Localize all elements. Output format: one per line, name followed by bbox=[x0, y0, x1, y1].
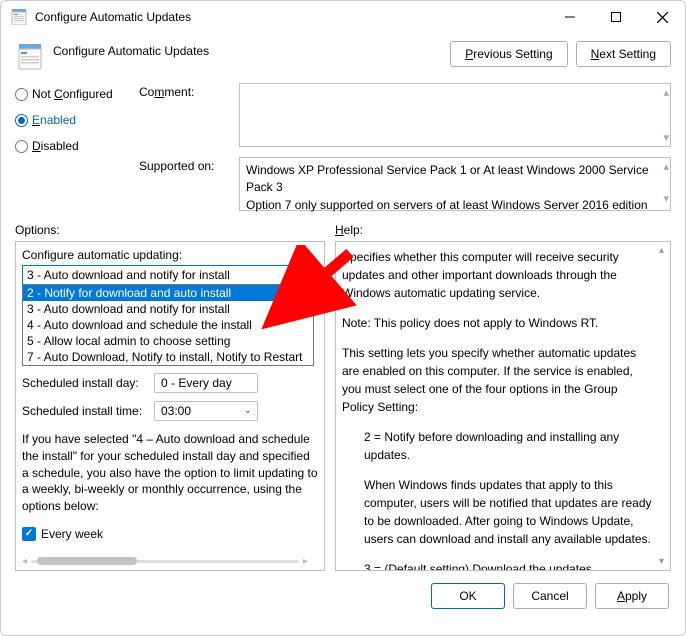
horizontal-scrollbar[interactable]: ◂ ▸ bbox=[22, 556, 308, 566]
dropdown-option[interactable]: 7 - Auto Download, Notify to install, No… bbox=[23, 349, 313, 365]
vertical-scrollbar[interactable]: ▴ ▾ bbox=[654, 243, 669, 569]
minimize-button[interactable] bbox=[547, 1, 593, 33]
help-p: 3 = (Default setting) Download the updat… bbox=[342, 560, 652, 571]
help-panel: Specifies whether this computer will rec… bbox=[335, 241, 671, 571]
help-p: Note: This policy does not apply to Wind… bbox=[342, 314, 652, 332]
sched-time-select[interactable]: 03:00 ⌄ bbox=[154, 401, 258, 421]
dropdown-option[interactable]: 2 - Notify for download and auto install bbox=[23, 285, 313, 301]
radio-enabled[interactable]: Enabled bbox=[15, 113, 125, 127]
options-panel: Configure automatic updating: 3 - Auto d… bbox=[15, 241, 325, 571]
page-title: Configure Automatic Updates bbox=[53, 41, 209, 58]
ok-button[interactable]: OK bbox=[431, 583, 505, 609]
configure-updating-dropdown[interactable]: 3 - Auto download and notify for install… bbox=[22, 265, 312, 285]
title-bar: Configure Automatic Updates bbox=[1, 1, 685, 33]
sched-time-label: Scheduled install time: bbox=[22, 404, 150, 418]
every-week-label: Every week bbox=[41, 527, 103, 541]
header: Configure Automatic Updates Previous Set… bbox=[1, 33, 685, 79]
policy-icon bbox=[15, 41, 47, 73]
every-week-checkbox[interactable]: ✓ Every week bbox=[22, 527, 318, 541]
apply-button[interactable]: Apply bbox=[595, 583, 669, 609]
checkbox-icon: ✓ bbox=[22, 527, 36, 541]
options-description: If you have selected "4 – Auto download … bbox=[22, 431, 318, 515]
window-title: Configure Automatic Updates bbox=[35, 10, 191, 24]
help-p: Specifies whether this computer will rec… bbox=[342, 248, 652, 302]
chevron-down-icon: ⌄ bbox=[244, 405, 252, 416]
supported-on-label: Supported on: bbox=[139, 157, 231, 173]
dropdown-option[interactable]: 4 - Auto download and schedule the insta… bbox=[23, 317, 313, 333]
comment-label: Comment: bbox=[139, 83, 231, 99]
column-headers: Options: Help: bbox=[1, 217, 685, 239]
configure-updating-label: Configure automatic updating: bbox=[22, 248, 318, 262]
radio-not-configured[interactable]: Not Configured bbox=[15, 87, 125, 101]
close-button[interactable] bbox=[639, 1, 685, 33]
cancel-button[interactable]: Cancel bbox=[513, 583, 587, 609]
app-icon bbox=[11, 9, 27, 25]
maximize-button[interactable] bbox=[593, 1, 639, 33]
dropdown-option[interactable]: 3 - Auto download and notify for install bbox=[23, 301, 313, 317]
supported-on-text: Windows XP Professional Service Pack 1 o… bbox=[239, 157, 671, 211]
help-header: Help: bbox=[335, 223, 363, 237]
options-header: Options: bbox=[15, 223, 335, 237]
comment-textarea[interactable]: ▴ ▾ bbox=[239, 83, 671, 147]
chevron-down-icon: ⌄ bbox=[299, 270, 307, 281]
dropdown-option[interactable]: 5 - Allow local admin to choose setting bbox=[23, 333, 313, 349]
previous-setting-button[interactable]: Previous Setting bbox=[450, 41, 567, 67]
dialog-footer: OK Cancel Apply bbox=[1, 579, 685, 623]
sched-day-label: Scheduled install day: bbox=[22, 376, 150, 390]
sched-day-select[interactable]: 0 - Every day bbox=[154, 373, 258, 393]
radio-disabled[interactable]: Disabled bbox=[15, 139, 125, 153]
state-row: Not Configured Enabled Disabled Comment:… bbox=[1, 79, 685, 217]
next-setting-button[interactable]: Next Setting bbox=[576, 41, 671, 67]
help-p: 2 = Notify before downloading and instal… bbox=[342, 428, 652, 464]
help-p: This setting lets you specify whether au… bbox=[342, 344, 652, 416]
dropdown-listbox[interactable]: 2 - Notify for download and auto install… bbox=[22, 284, 314, 366]
help-p: When Windows finds updates that apply to… bbox=[342, 476, 652, 548]
